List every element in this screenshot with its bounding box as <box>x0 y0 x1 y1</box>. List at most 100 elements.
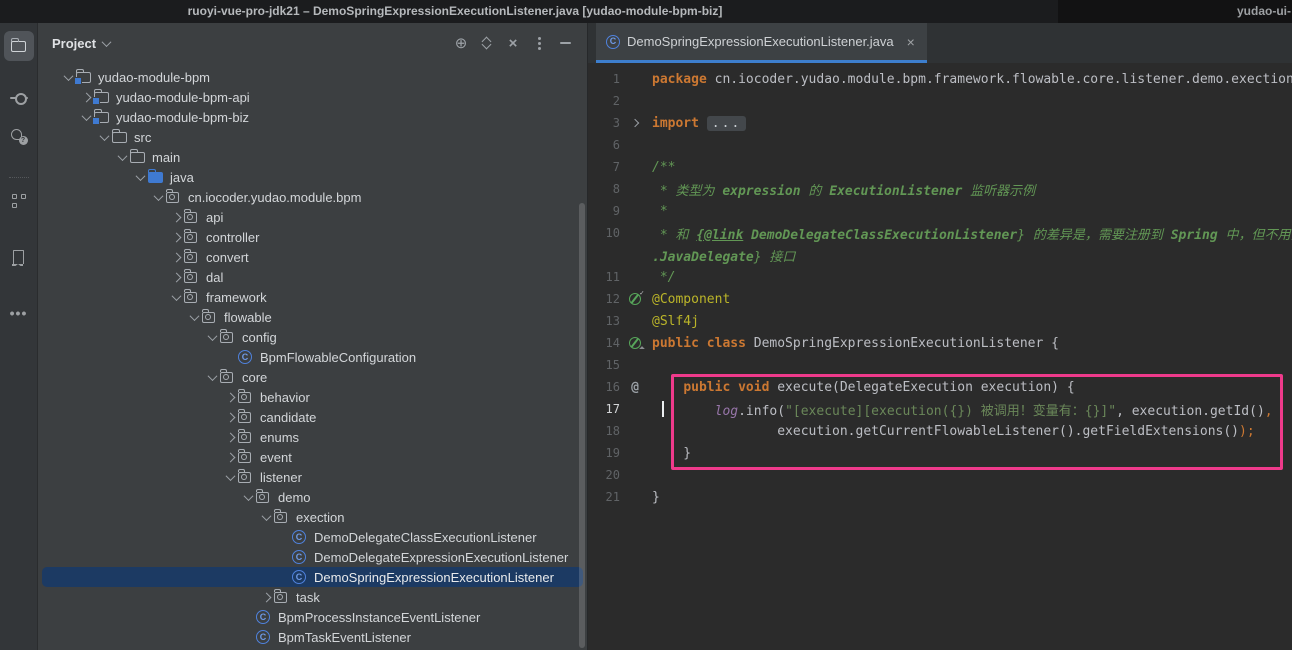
close-icon[interactable]: × <box>907 34 915 50</box>
tree-item[interactable]: C DemoDelegateExpressionExecutionListener <box>42 547 583 567</box>
tree-scrollbar[interactable] <box>579 203 585 648</box>
chevron-down-icon[interactable] <box>171 291 181 301</box>
tree-item[interactable]: CDemoDelegateClassExecutionListener <box>42 527 583 547</box>
panel-options-button[interactable] <box>527 31 551 55</box>
structure-tool-button[interactable] <box>4 186 34 216</box>
tree-item[interactable]: demo <box>42 487 583 507</box>
tree-item[interactable]: C BpmTaskEventListener <box>42 627 583 647</box>
tree-item[interactable]: flowable <box>42 307 583 327</box>
chevron-right-icon[interactable] <box>225 432 235 442</box>
code-token: DemoSpringExpressionExecutionListener { <box>754 336 1059 351</box>
chevron-down-icon[interactable] <box>225 471 235 481</box>
fold-arrow-icon[interactable] <box>631 119 639 127</box>
chevron-down-icon[interactable] <box>189 311 199 321</box>
line-number: 16 <box>588 380 620 394</box>
chevron-right-icon[interactable] <box>225 392 235 402</box>
tree-item[interactable]: behavior <box>42 387 583 407</box>
tree-item[interactable]: CDemoSpringExpressionExecutionListener <box>42 567 583 587</box>
package-icon <box>238 472 251 483</box>
gutter: 13 <box>588 310 652 332</box>
more-tool-windows-button[interactable]: ••• <box>4 298 34 328</box>
line-number: 12 <box>588 292 620 306</box>
hide-panel-button[interactable] <box>553 31 577 55</box>
tree-item-label: BpmTaskEventListener <box>276 630 411 645</box>
chevron-right-icon[interactable] <box>261 592 271 602</box>
chevron-right-icon[interactable] <box>171 252 181 262</box>
tab-demospringexpressionexecutionlistener[interactable]: C DemoSpringExpressionExecutionListener.… <box>596 23 927 63</box>
chevron-right-icon[interactable] <box>171 212 181 222</box>
code-line: 14public class DemoSpringExpressionExecu… <box>588 332 1292 354</box>
expand-all-button[interactable] <box>475 31 499 55</box>
line-number: 2 <box>588 94 620 108</box>
chevron-down-icon[interactable] <box>207 331 217 341</box>
tab-label: DemoSpringExpressionExecutionListener.ja… <box>627 34 894 49</box>
tree-item[interactable]: java <box>42 167 583 187</box>
code-token: } <box>652 490 660 505</box>
commit-tool-button[interactable] <box>4 83 34 113</box>
code-text: .JavaDelegate} 接口 <box>652 246 1292 265</box>
chevron-right-icon[interactable] <box>171 232 181 242</box>
tree-item[interactable]: src <box>42 127 583 147</box>
tree-item-label: DemoDelegateExpressionExecutionListener <box>312 550 568 565</box>
chevron-down-icon[interactable] <box>63 71 73 81</box>
chevron-down-icon[interactable] <box>207 371 217 381</box>
chevron-down-icon[interactable] <box>135 171 145 181</box>
chevron-down-icon[interactable] <box>261 511 271 521</box>
tree-item[interactable]: yudao-module-bpm-api <box>42 87 583 107</box>
project-tool-button[interactable] <box>4 31 34 61</box>
chevron-down-icon[interactable] <box>117 151 127 161</box>
tree-item[interactable]: dal <box>42 267 583 287</box>
class-icon: C <box>292 550 306 564</box>
chevron-right-icon[interactable] <box>81 92 91 102</box>
code-line: 2 <box>588 90 1292 112</box>
code-token: 中，但不用实现 <box>1218 228 1292 243</box>
code-token: "[execute][execution({}) 被调用！变量有：{}]" <box>785 404 1116 419</box>
tree-item[interactable]: api <box>42 207 583 227</box>
chevron-down-icon[interactable] <box>99 131 109 141</box>
tree-item[interactable]: CBpmProcessInstanceEventListener <box>42 607 583 627</box>
tree-item[interactable]: task <box>42 587 583 607</box>
tree-item[interactable]: core <box>42 367 583 387</box>
code-token: .JavaDelegate <box>652 250 754 265</box>
code-editor[interactable]: 1package cn.iocoder.yudao.module.bpm.fra… <box>588 63 1292 650</box>
pull-requests-tool-button[interactable] <box>4 121 34 151</box>
chevron-down-icon[interactable] <box>102 37 112 47</box>
tree-item-label: DemoSpringExpressionExecutionListener <box>312 570 554 585</box>
tree-item[interactable]: yudao-module-bpm-biz <box>42 107 583 127</box>
project-panel: Project ⊕ × yudao-module-bpmyudao-module… <box>38 23 588 650</box>
tree-item[interactable]: cn.iocoder.yudao.module.bpm <box>42 187 583 207</box>
collapse-all-button[interactable]: × <box>501 31 525 55</box>
package-icon <box>184 292 197 303</box>
tree-item[interactable]: yudao-module-bpm <box>42 67 583 87</box>
class-icon: C <box>256 630 270 644</box>
tree-item[interactable]: CBpmFlowableConfiguration <box>42 347 583 367</box>
chevron-right-icon[interactable] <box>225 452 235 462</box>
tree-item[interactable]: controller <box>42 227 583 247</box>
tree-item[interactable]: main <box>42 147 583 167</box>
tree-item[interactable]: event <box>42 447 583 467</box>
code-token: } 的差异是，需要注册到 <box>1017 228 1170 243</box>
locate-file-button[interactable]: ⊕ <box>449 31 473 55</box>
tree-item[interactable]: listener <box>42 467 583 487</box>
code-token: /** <box>652 160 675 175</box>
chevron-down-icon[interactable] <box>243 491 253 501</box>
gutter: 12 <box>588 288 652 310</box>
tree-item[interactable]: enums <box>42 427 583 447</box>
tree-item[interactable]: convert <box>42 247 583 267</box>
chevron-right-icon[interactable] <box>225 412 235 422</box>
tree-item[interactable]: framework <box>42 287 583 307</box>
chevron-down-icon[interactable] <box>153 191 163 201</box>
tree-item[interactable]: config <box>42 327 583 347</box>
project-panel-title[interactable]: Project <box>52 36 96 51</box>
spring-bean-icon[interactable] <box>629 293 641 305</box>
annotation-gutter-icon[interactable]: @ <box>631 380 639 395</box>
spring-bean-icon[interactable] <box>629 337 641 349</box>
chevron-right-icon[interactable] <box>171 272 181 282</box>
folded-imports[interactable]: ... <box>707 116 746 131</box>
tree-item[interactable]: exection <box>42 507 583 527</box>
gutter: 19 <box>588 442 652 464</box>
tree-item[interactable]: candidate <box>42 407 583 427</box>
bookmarks-tool-button[interactable] <box>4 242 34 272</box>
chevron-down-icon[interactable] <box>81 111 91 121</box>
tree-item-label: task <box>294 590 320 605</box>
